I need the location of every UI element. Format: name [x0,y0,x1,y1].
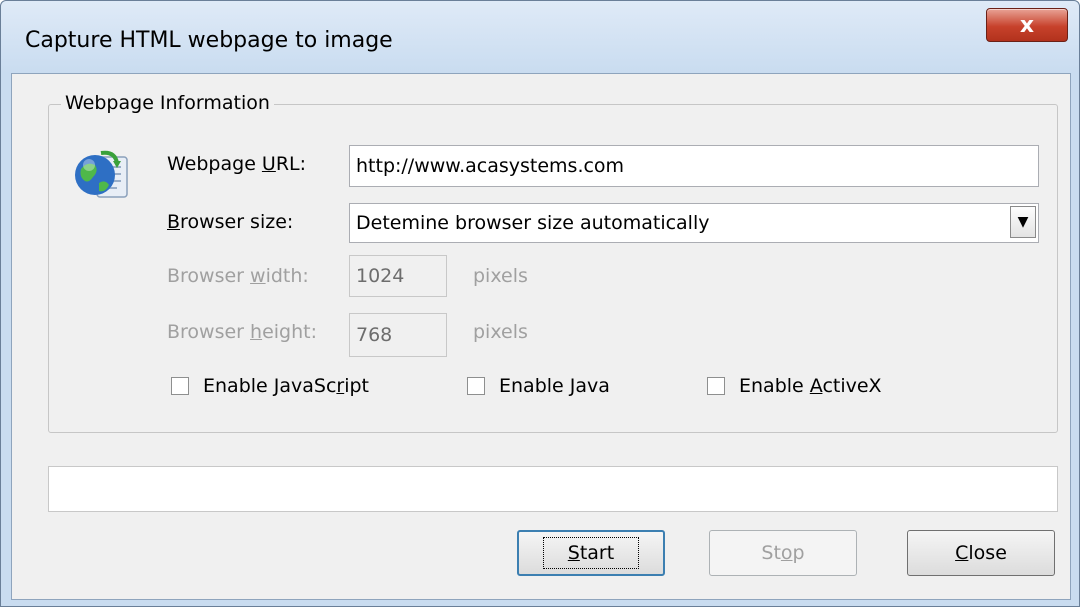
browser-width-input[interactable]: 1024 [349,255,447,297]
window-title: Capture HTML webpage to image [25,28,393,53]
browser-height-value: 768 [356,324,393,346]
window-close-button[interactable]: x [986,8,1068,42]
stop-button-label: Stop [761,542,805,564]
enable-javascript-checkbox[interactable] [171,377,189,395]
close-button[interactable]: Close [907,530,1055,576]
start-button[interactable]: Start [517,530,665,576]
browser-size-selected-value: Detemine browser size automatically [356,212,710,234]
webpage-information-group: Webpage Information Webpage URL: http://… [48,92,1058,433]
browser-size-select[interactable]: Detemine browser size automatically ▼ [349,203,1039,243]
browser-width-label: Browser width: [167,265,309,287]
webpage-url-value: http://www.acasystems.com [356,155,625,177]
chevron-down-icon: ▼ [1017,214,1029,230]
browser-size-label: Browser size: [167,211,294,233]
globe-page-icon [75,150,128,198]
dialog-client-area: Webpage Information Webpage URL: http://… [11,73,1071,600]
enable-java-label[interactable]: Enable Java [499,375,610,397]
browser-height-input[interactable]: 768 [349,313,447,357]
dialog-window: Capture HTML webpage to image x Webpage … [0,0,1080,607]
dropdown-arrow-button[interactable]: ▼ [1010,206,1036,238]
close-icon: x [1019,12,1035,38]
enable-javascript-label[interactable]: Enable JavaScript [203,375,369,397]
progress-bar [48,466,1058,512]
stop-button[interactable]: Stop [709,530,857,576]
browser-height-label: Browser height: [167,321,318,343]
browser-width-unit: pixels [473,265,528,287]
group-legend: Webpage Information [61,92,274,114]
webpage-url-input[interactable]: http://www.acasystems.com [349,145,1039,187]
enable-java-checkbox[interactable] [467,377,485,395]
webpage-url-label: Webpage URL: [167,153,307,175]
start-button-label: Start [542,537,640,569]
title-bar[interactable]: Capture HTML webpage to image x [1,1,1079,73]
enable-activex-checkbox[interactable] [707,377,725,395]
browser-height-unit: pixels [473,321,528,343]
browser-width-value: 1024 [356,265,405,287]
close-button-label: Close [955,542,1007,564]
enable-activex-label[interactable]: Enable ActiveX [739,375,882,397]
